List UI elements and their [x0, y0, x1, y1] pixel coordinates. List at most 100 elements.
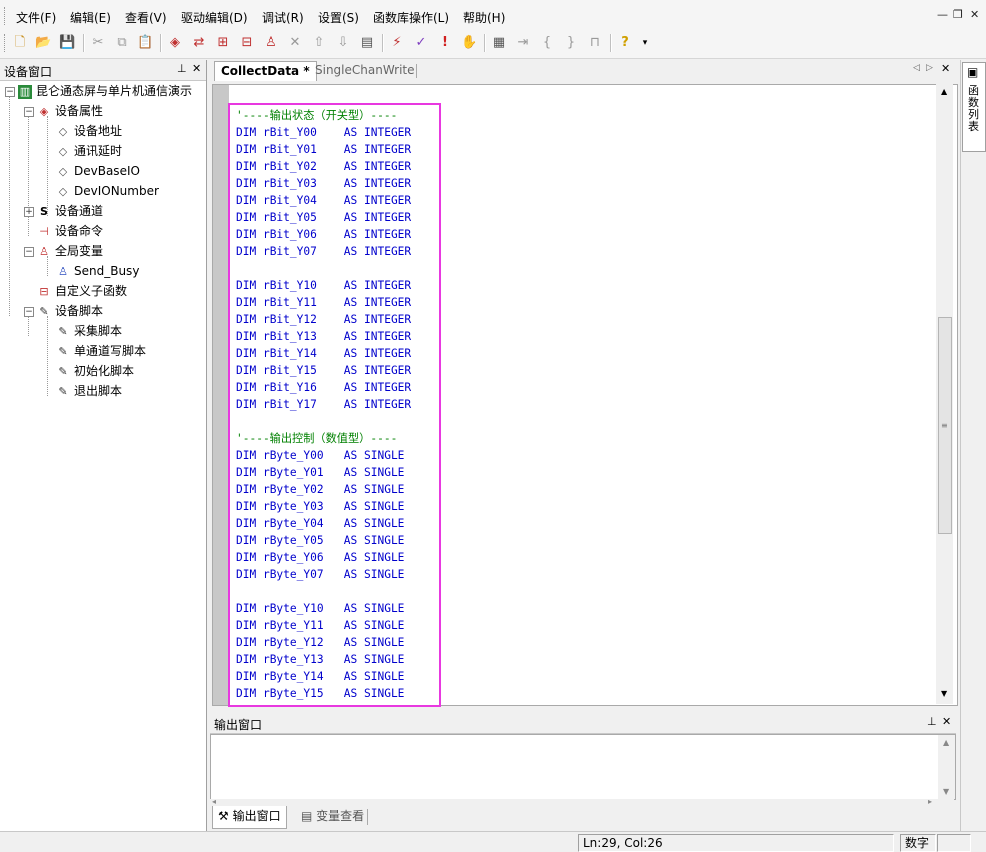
tree-item-device-properties[interactable]: ◈ 设备属性 [37, 102, 103, 120]
block-icon[interactable]: ⊓ [587, 35, 603, 51]
toolbar-overflow-icon[interactable]: ▾ [637, 35, 653, 51]
format-icon[interactable]: ▦ [491, 35, 507, 51]
menu-view[interactable]: 查看(V) [125, 9, 167, 26]
menu-driver-edit[interactable]: 驱动编辑(D) [181, 9, 248, 26]
properties-icon[interactable]: ▤ [359, 35, 375, 51]
bracket-icon[interactable]: { [539, 35, 555, 51]
indent-icon[interactable]: ⇥ [515, 35, 531, 51]
cut-icon[interactable]: ✂ [90, 35, 106, 51]
collapse-toggle[interactable]: − [24, 307, 34, 317]
menu-bar: 文件(F) 编辑(E) 查看(V) 驱动编辑(D) 调试(R) 设置(S) 函数… [0, 0, 986, 30]
tree-item-exit-script[interactable]: ✎ 退出脚本 [56, 382, 122, 400]
tree-item-label: 设备通道 [55, 204, 104, 218]
tree-item-label: DevIONumber [74, 184, 159, 198]
open-folder-icon[interactable]: 📂 [35, 35, 51, 51]
move-up-icon[interactable]: ⇧ [311, 35, 327, 51]
tree-item-custom-functions[interactable]: ⊟ 自定义子函数 [37, 282, 127, 300]
variable-icon: ♙ [39, 244, 49, 258]
tree-item-global-variables[interactable]: ♙ 全局变量 [37, 242, 103, 260]
output-scrollbar[interactable]: ▲ ▼ [938, 735, 955, 799]
tree-item-label: 设备地址 [74, 124, 123, 138]
scroll-grip-icon: ≡ [941, 421, 948, 430]
tab-variable-view[interactable]: ▤ 变量查看 [296, 806, 369, 828]
add-function-icon[interactable]: ⊟ [239, 35, 255, 51]
pin-icon[interactable]: ⊥ [927, 715, 937, 728]
function-list-tab[interactable]: ▣ 函数列表 [962, 62, 986, 152]
tab-output-window[interactable]: ⚒ 输出窗口 [212, 806, 287, 829]
add-command-icon[interactable]: ⊞ [215, 35, 231, 51]
output-content[interactable]: ▲ ▼ [210, 734, 956, 800]
property-icon: ◈ [39, 104, 49, 118]
tab-singlechanwrite[interactable]: SingleChanWrite [309, 61, 421, 80]
move-down-icon[interactable]: ⇩ [335, 35, 351, 51]
status-empty-pane [937, 834, 971, 852]
panel-close-icon[interactable]: ✕ [192, 62, 201, 75]
device-window-panel: 设备窗口 ⊥ ✕ − ▥ 昆仑通态屏与单片机通信演示 − ◈ 设备属性 ◇ 设备地址 … [0, 60, 207, 831]
close-icon[interactable]: ✕ [970, 8, 979, 21]
cursor-position: Ln:29, Col:26 [578, 834, 894, 852]
tab-collectdata[interactable]: CollectData * [214, 61, 317, 81]
menu-help[interactable]: 帮助(H) [463, 9, 505, 26]
bracket-close-icon[interactable]: } [563, 35, 579, 51]
tree-item-label: 初始化脚本 [74, 364, 135, 378]
tree-item-comm-delay[interactable]: ◇ 通讯延时 [56, 142, 122, 160]
tree-item-collect-script[interactable]: ✎ 采集脚本 [56, 322, 122, 340]
add-channel-icon[interactable]: ⇄ [191, 35, 207, 51]
copy-icon[interactable]: ⧉ [114, 35, 130, 51]
tree-item-send-busy[interactable]: ♙ Send_Busy [56, 262, 139, 280]
scroll-right-icon[interactable]: ▸ [928, 797, 932, 806]
collapse-toggle[interactable]: − [5, 87, 15, 97]
menu-debug[interactable]: 调试(R) [262, 9, 304, 26]
tab-scroll-left-icon[interactable]: ◁ [913, 63, 920, 73]
expand-toggle[interactable]: + [24, 207, 34, 217]
compile-icon[interactable]: ⚡ [389, 35, 405, 51]
tree-item-device-address[interactable]: ◇ 设备地址 [56, 122, 122, 140]
scroll-up-icon[interactable]: ▲ [941, 87, 947, 96]
editor-vertical-scrollbar[interactable]: ▲ ≡ ▼ [936, 84, 953, 704]
tree-item-devionumber[interactable]: ◇ DevIONumber [56, 182, 159, 200]
restore-icon[interactable]: ❐ [953, 8, 963, 21]
tree-item-label: 昆仑通态屏与单片机通信演示 [36, 84, 193, 98]
tree-item-label: 采集脚本 [74, 324, 123, 338]
menu-function-library[interactable]: 函数库操作(L) [373, 9, 449, 26]
collapse-toggle[interactable]: − [24, 247, 34, 257]
dry-run-icon[interactable]: ✓ [413, 35, 429, 51]
panel-close-icon[interactable]: ✕ [942, 715, 951, 728]
tree-item-device-channels[interactable]: S 设备通道 [37, 202, 103, 220]
status-bar: Ln:29, Col:26 数字 [0, 831, 986, 852]
hand-icon[interactable]: ✋ [461, 35, 477, 51]
scroll-down-icon[interactable]: ▼ [941, 689, 947, 698]
tree-item-root[interactable]: ▥ 昆仑通态屏与单片机通信演示 [18, 82, 192, 100]
save-icon[interactable]: 💾 [59, 35, 75, 51]
help-icon[interactable]: ? [617, 35, 633, 51]
tree-item-label: 退出脚本 [74, 384, 123, 398]
menu-edit[interactable]: 编辑(E) [70, 9, 111, 26]
tab-close-icon[interactable]: ✕ [941, 62, 950, 75]
tab-scroll-right-icon[interactable]: ▷ [926, 63, 933, 73]
pin-icon[interactable]: ⊥ [177, 62, 187, 75]
menu-file[interactable]: 文件(F) [16, 9, 56, 26]
tree-item-device-scripts[interactable]: ✎ 设备脚本 [37, 302, 103, 320]
scroll-down-icon[interactable]: ▼ [943, 787, 949, 796]
scroll-up-icon[interactable]: ▲ [943, 738, 949, 747]
new-file-icon[interactable]: 🗋 [12, 35, 28, 51]
tree-item-device-commands[interactable]: ⊣ 设备命令 [37, 222, 103, 240]
paste-icon[interactable]: 📋 [137, 35, 153, 51]
collapse-toggle[interactable]: − [24, 107, 34, 117]
add-property-icon[interactable]: ◈ [167, 35, 183, 51]
minimize-icon[interactable]: — [937, 8, 948, 21]
tree-item-label: 单通道写脚本 [74, 344, 147, 358]
num-lock-status: 数字 [900, 834, 936, 852]
tree-item-single-channel-write-script[interactable]: ✎ 单通道写脚本 [56, 342, 146, 360]
add-variable-icon[interactable]: ♙ [263, 35, 279, 51]
menu-settings[interactable]: 设置(S) [318, 9, 359, 26]
tree-item-label: Send_Busy [74, 264, 140, 278]
device-tree: − ▥ 昆仑通态屏与单片机通信演示 − ◈ 设备属性 ◇ 设备地址 ◇ 通讯延时 ◇ De… [0, 82, 206, 422]
scroll-left-icon[interactable]: ◂ [212, 797, 216, 806]
tree-item-devbaseio[interactable]: ◇ DevBaseIO [56, 162, 140, 180]
function-icon: ⊟ [39, 284, 49, 298]
function-list-icon: ▣ [967, 65, 979, 79]
delete-icon[interactable]: ✕ [287, 35, 303, 51]
tree-item-init-script[interactable]: ✎ 初始化脚本 [56, 362, 134, 380]
alert-icon[interactable]: ! [437, 35, 453, 51]
